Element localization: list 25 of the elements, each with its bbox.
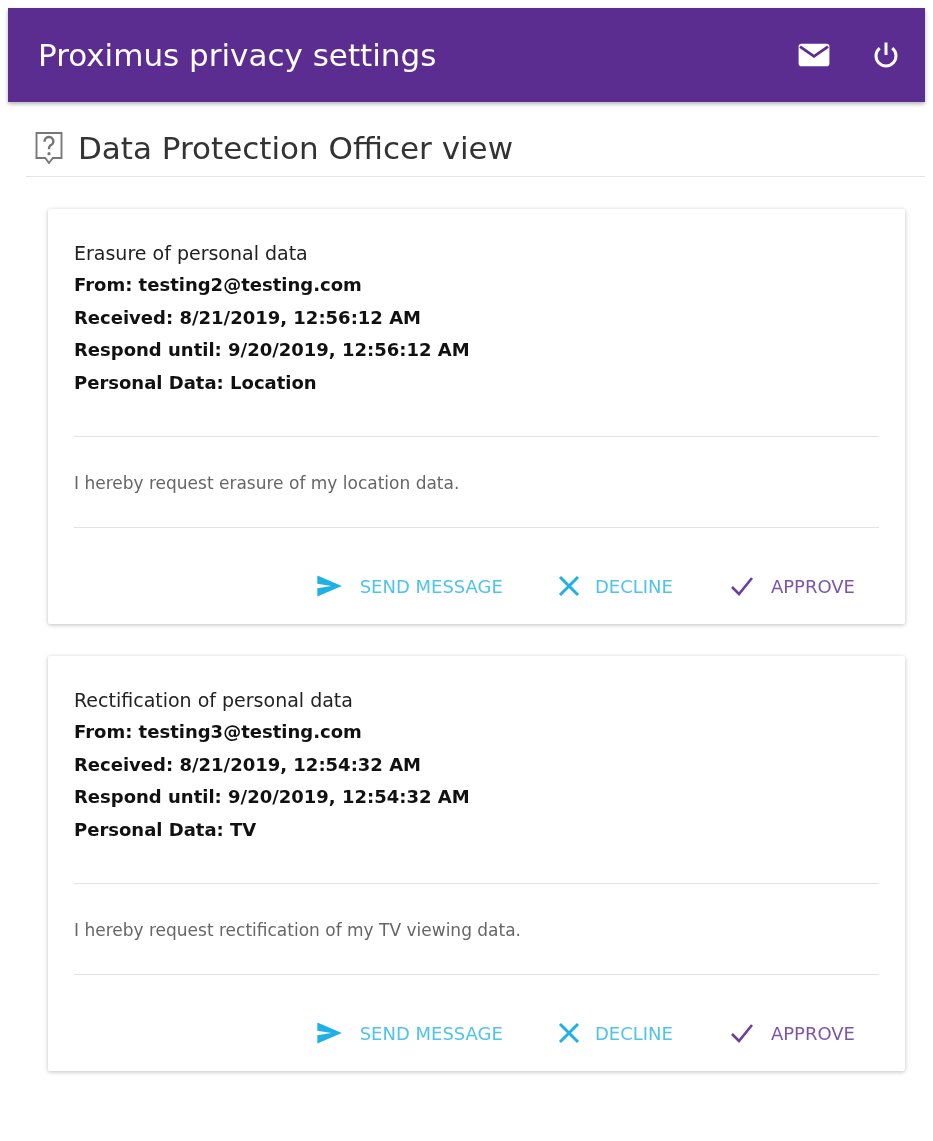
request-detail: From: testing2@testing.com [74,273,363,297]
close-icon [556,574,581,598]
approve-button[interactable]: APPROVE [726,1015,855,1051]
request-detail: Received: 8/21/2019, 12:56:12 AM [74,305,422,330]
request-detail: Personal Data: TV [74,817,258,842]
help-icon [34,130,64,166]
request-detail: Personal Data: Location [74,370,318,395]
mail-icon [797,41,831,69]
request-detail: Respond until: 9/20/2019, 12:56:12 AM [74,338,471,362]
mail-button[interactable] [797,41,831,69]
request-message: I hereby request rectification of my TV viewing data. [74,919,523,942]
decline-button[interactable]: DECLINE [556,1015,673,1051]
request-title: Erasure of personal data [74,241,309,266]
page-title: Data Protection Officer view [78,130,514,166]
app-title: Proximus privacy settings [38,37,438,73]
request-detail: Respond until: 9/20/2019, 12:54:32 AM [74,785,471,809]
request-title: Rectification of personal data [74,688,354,713]
send-button[interactable]: SEND MESSAGE [311,1015,503,1051]
request-message: I hereby request erasure of my location data. [74,472,461,495]
request-detail: From: testing3@testing.com [74,720,363,744]
decline-button[interactable]: DECLINE [556,568,673,604]
request-detail: Received: 8/21/2019, 12:54:32 AM [74,752,422,777]
approve-button[interactable]: APPROVE [726,568,855,604]
send-button[interactable]: SEND MESSAGE [311,568,503,604]
close-icon [556,1021,581,1045]
